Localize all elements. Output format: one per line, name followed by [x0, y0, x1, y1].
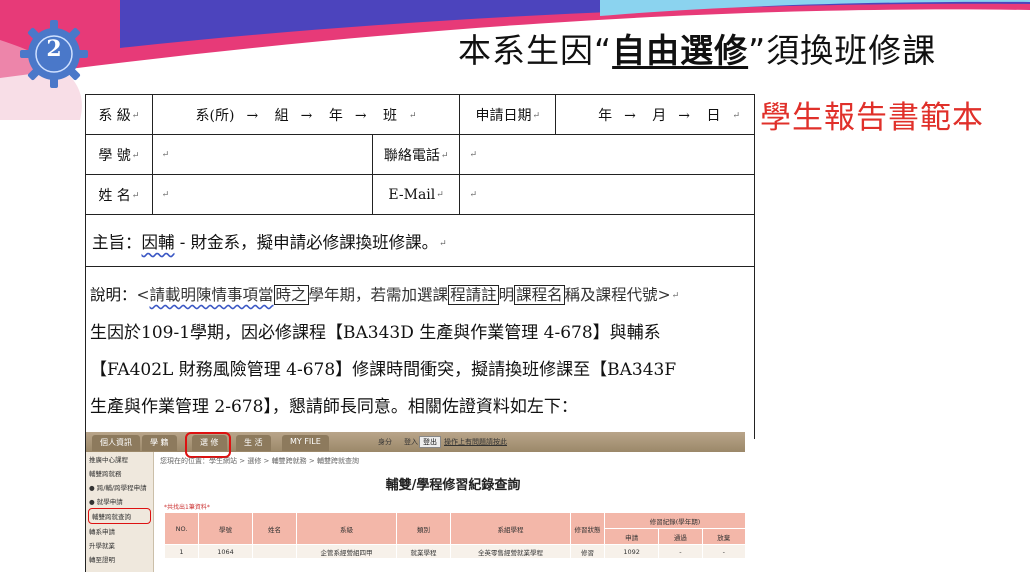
web-side-item[interactable]: 推廣中心課程 — [86, 452, 153, 466]
date-field: 年 → 月 → 日 ↵ — [555, 94, 755, 135]
web-sidebar: 推廣中心課程 輔雙跨就務 ● 跨/輔/跨學程申請 ● 就學申請 輔雙跨就查詢 轉… — [86, 452, 154, 572]
web-tab-bar: 個人資訊 學 籍 選 修 生 活 MY FILE 身分 登入 登出 操作上有問題… — [86, 432, 745, 458]
col-program: 系組學程 — [450, 512, 571, 545]
web-side-item-selected[interactable]: 輔雙跨就查詢 — [88, 508, 151, 524]
cell-program: 全英零售經營就業學程 — [450, 544, 571, 559]
evidence-screenshot: 個人資訊 學 籍 選 修 生 活 MY FILE 身分 登入 登出 操作上有問題… — [85, 432, 745, 572]
cell-status: 修習 — [570, 544, 605, 559]
date-label: 申請日期↵ — [459, 94, 557, 135]
student-id-field: ↵ — [151, 134, 373, 175]
description-note: 說明：<請載明陳情事項當 時之 學年期，若需加選課 程請註明課程名 稱及課程代號>↵ — [90, 285, 680, 305]
cell-class: 企管系經營組四甲 — [296, 544, 397, 559]
slide-title: 本系生因“自由選修”須換班修課 — [458, 24, 936, 72]
badge-number: 2 — [46, 36, 62, 62]
description-line-1: 生因於109-1學期，因必修課程【BA343D 生產與作業管理 4-678】與輔… — [90, 322, 661, 343]
cell-category: 就業學程 — [396, 544, 451, 559]
web-side-item[interactable]: ● 就學申請 — [86, 494, 153, 508]
cell-no: 1 — [164, 544, 199, 559]
col-name: 姓名 — [252, 512, 297, 545]
web-tab-life[interactable]: 生 活 — [236, 435, 271, 451]
web-side-item[interactable]: 轉至證明 — [86, 552, 153, 566]
col-student-id: 學號 — [198, 512, 253, 545]
phone-field: ↵ — [459, 134, 755, 175]
phone-label: 聯絡電話↵ — [371, 134, 461, 175]
student-id-label: 學 號↵ — [85, 134, 153, 175]
name-label: 姓 名↵ — [85, 174, 153, 215]
title-quote-close: ” — [748, 31, 767, 70]
web-side-item[interactable]: ● 跨/輔/跨學程申請 — [86, 480, 153, 494]
web-heading: 輔雙/學程修習紀錄查詢 — [385, 478, 521, 493]
col-no: NO. — [164, 512, 199, 545]
record-table: NO. 學號 姓名 系級 類別 系組學程 修習狀態 修習紀錄(學年期) 申請 通… — [164, 512, 745, 559]
web-tab-records[interactable]: 學 籍 — [142, 435, 177, 451]
cell-pass: - — [658, 544, 703, 559]
description-block: 說明：<請載明陳情事項當 時之 學年期，若需加選課 程請註明課程名 稱及課程代號>↵ 生… — [85, 267, 755, 439]
email-label: E-Mail↵ — [371, 174, 461, 215]
cell-apply: 1092 — [603, 544, 660, 559]
cell-student-id: 1064 — [198, 544, 253, 559]
title-suffix: 須換班修課 — [766, 31, 937, 70]
web-side-item[interactable]: 輔雙跨就務 — [86, 466, 153, 480]
table-row: 1 1064 企管系經營組四甲 就業學程 全英零售經營就業學程 修習 1092 … — [164, 544, 745, 559]
col-class: 系級 — [296, 512, 397, 545]
col-apply: 申請 — [603, 528, 660, 545]
col-record: 修習紀錄(學年期) — [604, 512, 745, 529]
col-status: 修習狀態 — [570, 512, 605, 545]
col-drop: 放棄 — [701, 528, 745, 545]
web-tab-myfile[interactable]: MY FILE — [282, 435, 329, 451]
name-field: ↵ — [151, 174, 373, 215]
description-line-3: 生產與作業管理 2-678】，懇請師長同意。相關佐證資料如左下： — [90, 396, 578, 417]
col-pass: 通過 — [658, 528, 703, 545]
description-line-2: 【FA402L 財務風險管理 4-678】修課時間衝突，擬請換班修課至【BA34… — [90, 359, 677, 380]
web-breadcrumb: 您現在的位置：學生網站 > 選修 > 輔雙跨就務 > 輔雙跨就查詢 — [160, 457, 359, 465]
web-result-count: *共找出1筆資料* — [164, 504, 210, 511]
title-prefix: 本系生因 — [458, 31, 594, 70]
web-logout-button[interactable]: 登出 — [419, 436, 441, 448]
web-side-item[interactable]: 轉系申請 — [86, 524, 153, 538]
title-quote-open: “ — [594, 31, 613, 70]
title-emphasis: 自由選修 — [612, 31, 749, 70]
cell-name — [252, 544, 297, 559]
info-table: 系 級↵ 系(所) → 組 → 年 → 班 ↵ 申請日期↵ 年 → 月 → 日 ↵ 學 號↵ … — [85, 94, 755, 215]
cell-drop: - — [701, 544, 745, 559]
web-tab-personal[interactable]: 個人資訊 — [92, 435, 140, 451]
highlight-ring — [185, 432, 231, 458]
email-field: ↵ — [459, 174, 755, 215]
class-field: 系(所) → 組 → 年 → 班 ↵ — [151, 94, 461, 135]
web-help-link[interactable]: 操作上有問題請按此 — [444, 437, 507, 447]
subject-line: 主旨：因輔 - 財金系，擬申請必修課換班修課。↵ — [85, 215, 755, 267]
col-category: 類別 — [396, 512, 451, 545]
web-side-item[interactable]: 升學就業 — [86, 538, 153, 552]
slide-subtitle: 學生報告書範本 — [760, 100, 984, 136]
class-label: 系 級↵ — [85, 94, 153, 135]
